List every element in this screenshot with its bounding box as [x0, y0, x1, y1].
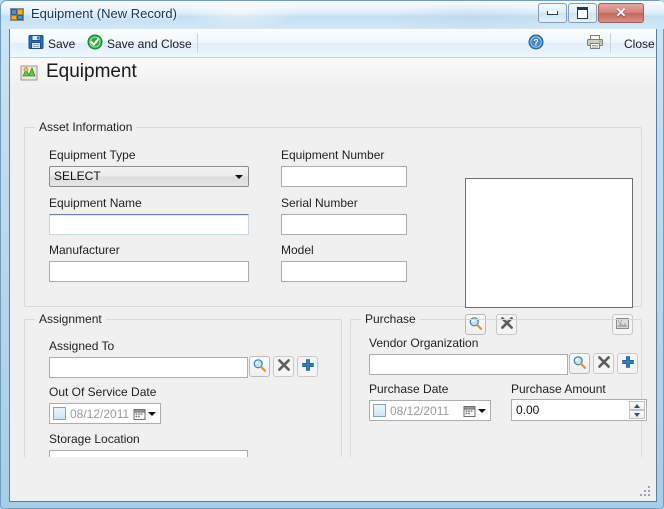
- vendor-search-button[interactable]: [569, 353, 590, 374]
- assigned-to-input[interactable]: [49, 357, 248, 378]
- vendor-clear-button[interactable]: [593, 353, 614, 374]
- page-title: Equipment: [46, 61, 137, 82]
- asset-information-legend: Asset Information: [35, 120, 137, 134]
- close-button[interactable]: Close: [620, 33, 656, 54]
- magnifier-icon: [252, 358, 267, 376]
- assigned-to-label: Assigned To: [49, 339, 115, 353]
- question-mark-icon: ?: [528, 34, 544, 53]
- out-of-service-date-value: 08/12/2011: [70, 407, 130, 421]
- save-and-close-button-label: Save and Close: [107, 36, 192, 51]
- out-of-service-calendar-button[interactable]: [130, 406, 158, 422]
- purchase-legend: Purchase: [361, 312, 420, 326]
- caret-up-icon: [634, 403, 640, 408]
- chevron-down-icon: [235, 175, 243, 179]
- purchase-date-value: 08/12/2011: [390, 404, 450, 418]
- minimize-button[interactable]: [538, 3, 567, 23]
- titlebar-highlight-2: [391, 3, 551, 29]
- equipment-name-label: Equipment Name: [49, 196, 142, 210]
- chevron-down-icon: [477, 409, 486, 413]
- form-icon: [10, 7, 25, 22]
- form-body: Asset Information Equipment Type SELECT …: [10, 89, 656, 501]
- window-close-button[interactable]: ✕: [598, 3, 644, 23]
- close-x-icon: [277, 358, 291, 375]
- maximize-button[interactable]: [568, 3, 597, 23]
- out-of-service-date-picker[interactable]: 08/12/2011: [49, 403, 161, 424]
- equipment-number-input[interactable]: [281, 166, 407, 187]
- purchase-amount-label: Purchase Amount: [511, 382, 606, 396]
- page-header: Equipment: [10, 58, 656, 90]
- purchase-amount-value: 0.00: [516, 403, 540, 417]
- minimize-icon: [539, 4, 566, 22]
- magnifier-icon: [572, 355, 587, 373]
- asset-information-group: Asset Information Equipment Type SELECT …: [24, 120, 642, 335]
- manufacturer-input[interactable]: [49, 261, 249, 282]
- equipment-type-label: Equipment Type: [49, 148, 136, 162]
- toolbar: Save Save and Close ? Close: [10, 29, 656, 58]
- svg-text:?: ?: [533, 38, 539, 48]
- plus-icon: [621, 355, 635, 372]
- resize-grip[interactable]: [640, 486, 652, 498]
- toolbar-separator-2: [610, 33, 611, 53]
- save-button-label: Save: [48, 36, 76, 51]
- toolbar-separator: [197, 33, 198, 53]
- assigned-to-clear-button[interactable]: [273, 356, 294, 377]
- spin-down-button[interactable]: [629, 410, 645, 419]
- window-title: Equipment (New Record): [31, 6, 177, 21]
- client-area: Save Save and Close ? Close Equipment As…: [9, 29, 657, 502]
- serial-number-label: Serial Number: [281, 196, 358, 210]
- save-and-close-button[interactable]: Save and Close: [83, 33, 196, 54]
- plus-icon: [301, 358, 315, 375]
- storage-location-label: Storage Location: [49, 432, 140, 446]
- manufacturer-label: Manufacturer: [49, 243, 120, 257]
- close-icon: ✕: [615, 5, 627, 20]
- chevron-down-icon: [147, 412, 156, 416]
- titlebar-highlight-1: [181, 1, 301, 29]
- assigned-to-search-button[interactable]: [249, 356, 270, 377]
- purchase-amount-stepper[interactable]: 0.00: [511, 399, 647, 421]
- caret-down-icon: [634, 412, 640, 417]
- assignment-legend: Assignment: [35, 312, 106, 326]
- status-area: [10, 457, 656, 501]
- print-button[interactable]: [586, 33, 604, 54]
- help-button[interactable]: ?: [528, 33, 544, 54]
- out-of-service-date-checkbox[interactable]: [53, 407, 66, 420]
- purchase-date-checkbox[interactable]: [373, 404, 386, 417]
- close-x-icon: [597, 355, 611, 372]
- vendor-organization-label: Vendor Organization: [369, 336, 479, 350]
- equipment-name-input[interactable]: [49, 214, 249, 235]
- purchase-amount-spin-buttons[interactable]: [629, 401, 645, 419]
- equipment-type-select[interactable]: SELECT: [49, 166, 249, 187]
- save-button[interactable]: Save: [24, 33, 79, 54]
- calendar-icon: [463, 405, 475, 417]
- model-input[interactable]: [281, 261, 407, 282]
- out-of-service-date-label: Out Of Service Date: [49, 385, 157, 399]
- title-bar[interactable]: Equipment (New Record) ✕: [1, 1, 664, 29]
- equipment-number-label: Equipment Number: [281, 148, 385, 162]
- floppy-disk-icon: [28, 34, 44, 53]
- model-label: Model: [281, 243, 314, 257]
- equipment-window: Equipment (New Record) ✕ Save Save and C…: [0, 0, 664, 509]
- equipment-type-value: SELECT: [54, 169, 101, 183]
- purchase-date-picker[interactable]: 08/12/2011: [369, 400, 491, 421]
- calendar-icon: [133, 408, 145, 420]
- purchase-date-label: Purchase Date: [369, 382, 449, 396]
- green-check-circle-icon: [87, 34, 103, 53]
- assigned-to-add-button[interactable]: [297, 356, 318, 377]
- maximize-icon: [569, 4, 596, 22]
- serial-number-input[interactable]: [281, 214, 407, 235]
- vendor-add-button[interactable]: [617, 353, 638, 374]
- close-button-label: Close: [624, 36, 655, 51]
- vendor-organization-input[interactable]: [369, 354, 568, 375]
- printer-icon: [586, 34, 604, 53]
- purchase-date-calendar-button[interactable]: [460, 403, 488, 419]
- equipment-icon: [20, 64, 38, 82]
- spin-up-button[interactable]: [629, 401, 645, 410]
- equipment-picture-box[interactable]: [465, 178, 633, 308]
